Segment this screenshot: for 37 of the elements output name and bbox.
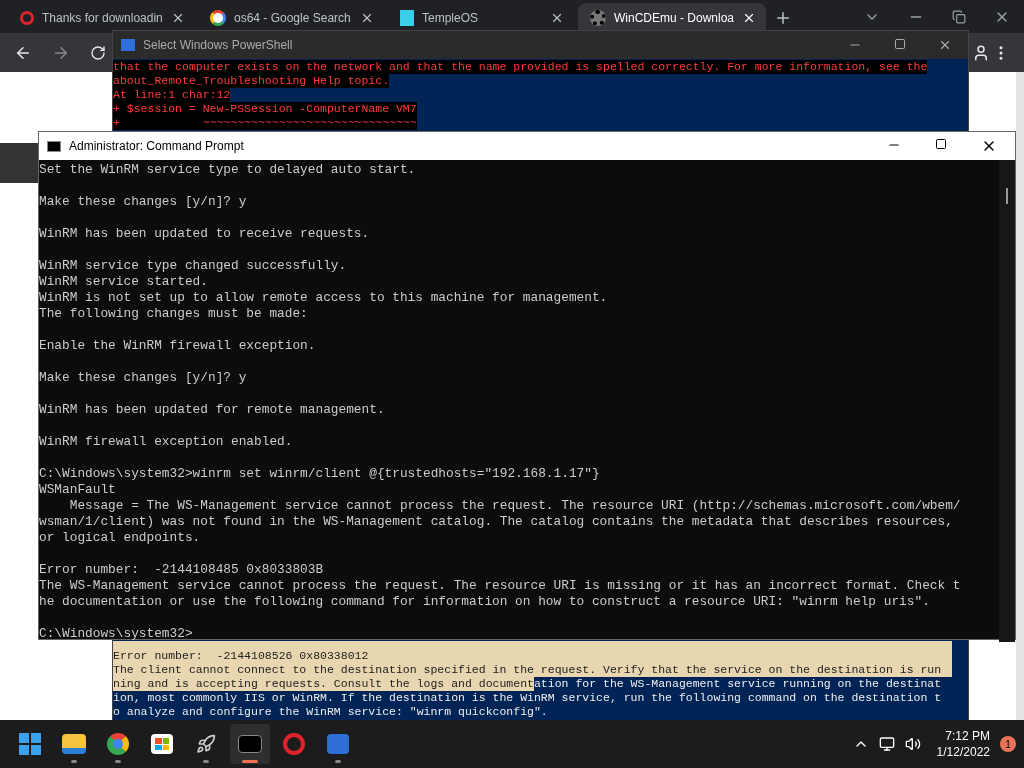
browser-tab[interactable]: TempleOS (388, 3, 576, 33)
console-line: wsman/1/client) was not found in the WS-Management catalog. The catalog contains the metadata that describes resources, (39, 514, 954, 530)
output-text: ion, most commonly IIS or WinRM. If the destination is the WinRM service, run the following command on the destination t (113, 691, 952, 705)
tab-title: WinCDEmu - Downloa (614, 10, 735, 27)
console-line: or logical endpoints. (39, 530, 202, 546)
notification-badge[interactable]: 1 (1000, 736, 1016, 752)
console-line: he documentation or use the following command for information on how to construct a resource URI: "winrm help uris". (39, 594, 931, 610)
console-line: Message = The WS-Management service cannot process the request. The resource URI (http://schemas.microsoft.com/wbem/ (68, 498, 962, 514)
console-line: WinRM firewall exception enabled. (39, 434, 294, 450)
browser-tab[interactable]: WinCDEmu - Downloa (578, 3, 766, 33)
console-line: Set the WinRM service type to delayed auto start. (39, 162, 417, 178)
console-line: WinRM service type changed successfully. (39, 258, 348, 274)
tab-title: os64 - Google Search (234, 10, 352, 27)
window-title: Administrator: Command Prompt (69, 138, 245, 155)
console-line: WinRM is not set up to allow remote access to this machine for management. (39, 290, 609, 306)
console-line: Make these changes [y/n]? y (39, 194, 248, 210)
output-text: ning and is accepting requests. Consult the logs and document (113, 677, 534, 691)
console-line: WinRM service started. (39, 274, 209, 290)
console-line: WSManFault (39, 482, 117, 498)
console-line: C:\Windows\system32>winrm set winrm/client @{trustedhosts="192.168.1.17"} (39, 466, 601, 482)
console-line: The following changes must be made: (39, 306, 309, 322)
console-line: Enable the WinRM firewall exception. (39, 338, 317, 354)
window-title: Select Windows PowerShell (143, 37, 294, 54)
output-text: o analyze and configure the WinRM service: "winrm quickconfig". (113, 705, 952, 719)
tab-title: Thanks for downloadin (42, 10, 163, 27)
console-line: Make these changes [y/n]? y (39, 370, 248, 386)
console-line: The WS-Management service cannot process the request. The resource URI is missing or it has an incorrect format. Check t (39, 578, 962, 594)
console-line: WinRM has been updated for remote management. (39, 402, 386, 418)
clock-time: 7:12 PM (945, 728, 990, 744)
output-text: ation for the WS-Management service running on the destinat (533, 677, 952, 691)
tab-title: TempleOS (422, 10, 480, 27)
clock-date: 1/12/2022 (936, 744, 990, 760)
console-line: Error number: -2144108485 0x8033803B (39, 562, 325, 578)
console-line: WinRM has been updated to receive requests. (39, 226, 371, 242)
browser-tab[interactable]: os64 - Google Search (198, 3, 386, 33)
browser-tab[interactable]: Thanks for downloadin (8, 3, 196, 33)
console-line: C:\Windows\system32> (39, 626, 194, 642)
